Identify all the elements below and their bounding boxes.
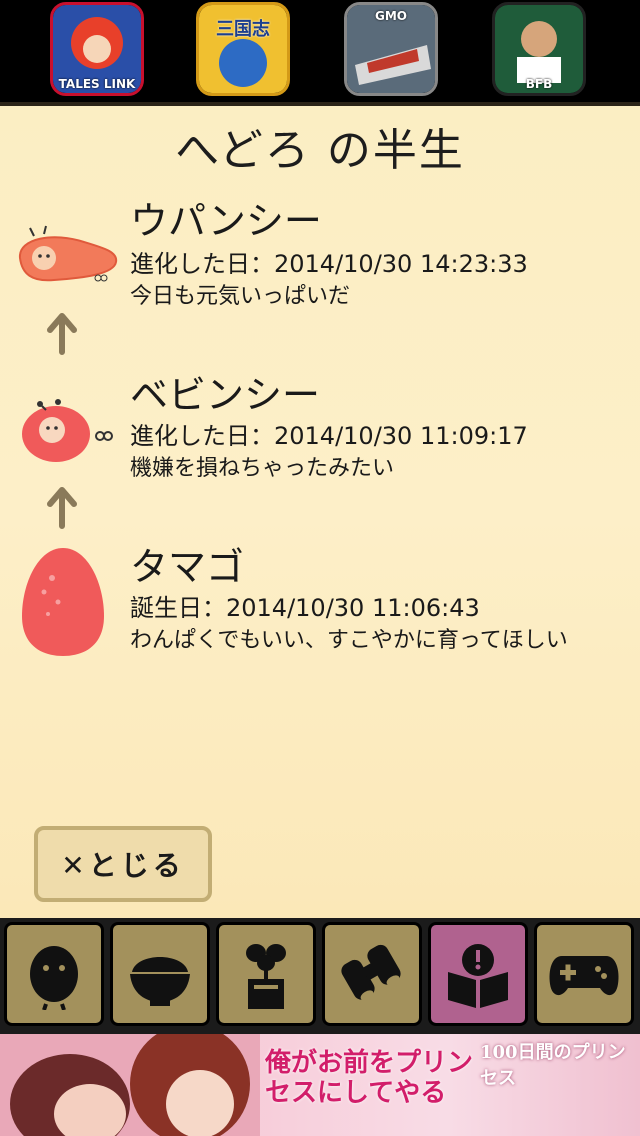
history-entry-message: 機嫌を損ねちゃったみたい xyxy=(130,456,395,481)
page-title: へどろ の半生 xyxy=(175,125,465,176)
tales-of-link-app-icon[interactable]: TALES LINK xyxy=(50,2,144,96)
binoculars-icon xyxy=(341,944,401,1001)
character-icon xyxy=(30,946,78,1010)
history-panel: へどろ の半生 ウパンシー 進化した日：2014/10/30 14:23:33 … xyxy=(0,102,640,918)
ad-character-art xyxy=(0,1034,260,1136)
bottom-ad-banner[interactable]: 俺がお前をプリンセスにしてやる 100日間のプリンセス xyxy=(0,1034,640,1136)
app-icon-label: 三国志 xyxy=(216,19,270,40)
history-entry-message: わんぱくでもいい、すこやかに育ってほしい xyxy=(130,628,568,653)
ad-tagline: 俺がお前をプリンセスにしてやる xyxy=(265,1048,474,1108)
arrow-up-icon xyxy=(47,313,77,355)
book-icon xyxy=(448,944,508,1008)
bfb-soccer-app-icon[interactable]: BFB xyxy=(492,2,586,96)
food-tab[interactable] xyxy=(110,922,210,1026)
character-tab[interactable] xyxy=(4,922,104,1026)
book-tab[interactable] xyxy=(428,922,528,1026)
upanshi-character-icon xyxy=(18,225,118,282)
game-tab[interactable] xyxy=(534,922,634,1026)
ad-logo: 100日間のプリンセス xyxy=(480,1042,626,1089)
explore-tab[interactable] xyxy=(322,922,422,1026)
app-icon-label: GMO xyxy=(375,9,407,23)
plant-tab[interactable] xyxy=(216,922,316,1026)
sangokushi-app-icon[interactable]: 三国志 xyxy=(196,2,290,96)
history-entry-name: ベビンシー xyxy=(130,373,321,417)
top-ad-bar: TALES LINK 三国志 GMO BFB xyxy=(0,0,640,102)
gamepad-icon xyxy=(549,956,619,996)
arrow-up-icon xyxy=(47,487,77,529)
rice-bowl-icon xyxy=(130,957,190,1006)
history-entry-name: タマゴ xyxy=(130,545,245,589)
bebinshi-character-icon xyxy=(22,399,113,462)
close-button[interactable]: ✕とじる xyxy=(34,826,212,902)
history-entry-name: ウパンシー xyxy=(130,199,322,243)
sprout-icon xyxy=(246,944,286,1009)
history-entry-date: 進化した日：2014/10/30 11:09:17 xyxy=(130,422,528,450)
history-entry-date: 誕生日：2014/10/30 11:06:43 xyxy=(130,594,480,622)
gmo-racing-app-icon[interactable]: GMO xyxy=(344,2,438,96)
history-entry-message: 今日も元気いっぱいだ xyxy=(130,284,351,309)
app-icon-label: BFB xyxy=(525,77,553,91)
history-entry-date: 進化した日：2014/10/30 14:23:33 xyxy=(130,250,528,278)
app-icon-label: TALES LINK xyxy=(58,77,136,91)
egg-character-icon xyxy=(22,548,104,656)
bottom-tab-bar xyxy=(0,918,640,1034)
